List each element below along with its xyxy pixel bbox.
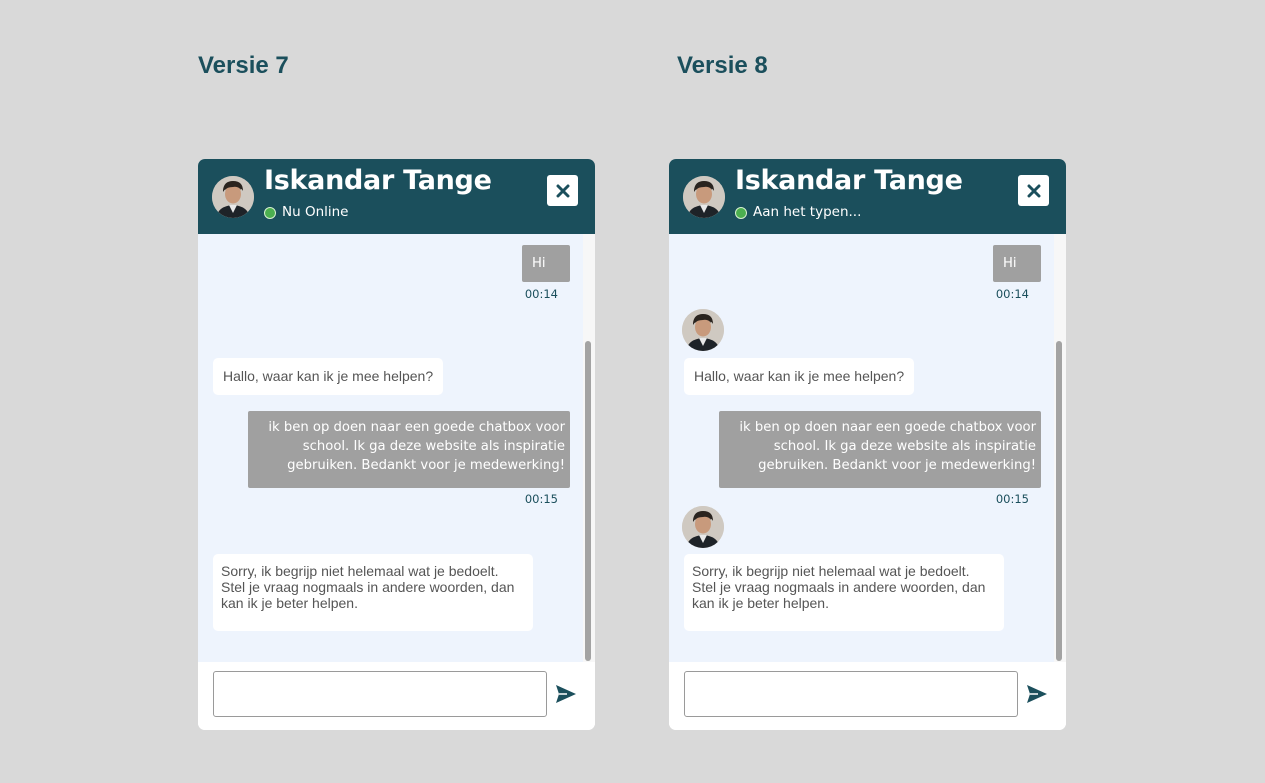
agent-message-avatar [682, 309, 724, 351]
message-timestamp: 00:14 [995, 287, 1029, 301]
chat-header: Iskandar Tange Nu Online [198, 159, 595, 234]
online-status-icon [735, 207, 747, 219]
agent-message: Hallo, waar kan ik je mee helpen? [213, 358, 443, 395]
message-list[interactable]: Hi 00:14 Hallo, waar kan ik je mee helpe… [198, 234, 583, 662]
send-icon [556, 685, 576, 703]
agent-status: Aan het typen... [753, 204, 862, 220]
chat-widget-v8: Iskandar Tange Aan het typen... Hi 00:14… [669, 159, 1066, 730]
version-7-title: Versie 7 [198, 52, 289, 79]
agent-avatar [212, 176, 254, 218]
message-input[interactable] [213, 671, 547, 717]
send-button[interactable] [555, 684, 577, 704]
scrollbar-thumb[interactable] [585, 341, 591, 661]
close-button[interactable] [547, 175, 578, 206]
scrollbar[interactable] [583, 234, 595, 662]
scrollbar-thumb[interactable] [1056, 341, 1062, 661]
send-button[interactable] [1026, 684, 1048, 704]
user-message: ik ben op doen naar een goede chatbox vo… [719, 411, 1041, 488]
input-area [669, 662, 1066, 730]
input-area [198, 662, 595, 730]
agent-status: Nu Online [282, 204, 349, 220]
chat-widget-v7: Iskandar Tange Nu Online Hi 00:14 Hallo,… [198, 159, 595, 730]
agent-name: Iskandar Tange [264, 165, 492, 196]
message-timestamp: 00:15 [524, 492, 558, 506]
agent-name: Iskandar Tange [735, 165, 963, 196]
agent-message-avatar [682, 506, 724, 548]
agent-avatar [683, 176, 725, 218]
agent-message: Sorry, ik begrijp niet helemaal wat je b… [213, 554, 533, 631]
message-input[interactable] [684, 671, 1018, 717]
send-icon [1027, 685, 1047, 703]
online-status-icon [264, 207, 276, 219]
chat-header: Iskandar Tange Aan het typen... [669, 159, 1066, 234]
user-message: Hi [993, 245, 1041, 282]
message-timestamp: 00:15 [995, 492, 1029, 506]
message-timestamp: 00:14 [524, 287, 558, 301]
close-button[interactable] [1018, 175, 1049, 206]
message-list[interactable]: Hi 00:14 Hallo, waar kan ik je mee helpe… [669, 234, 1054, 662]
agent-message: Hallo, waar kan ik je mee helpen? [684, 358, 914, 395]
close-icon [1027, 184, 1040, 197]
agent-message: Sorry, ik begrijp niet helemaal wat je b… [684, 554, 1004, 631]
close-icon [556, 184, 569, 197]
user-message: ik ben op doen naar een goede chatbox vo… [248, 411, 570, 488]
version-8-title: Versie 8 [677, 52, 768, 79]
scrollbar[interactable] [1054, 234, 1066, 662]
user-message: Hi [522, 245, 570, 282]
